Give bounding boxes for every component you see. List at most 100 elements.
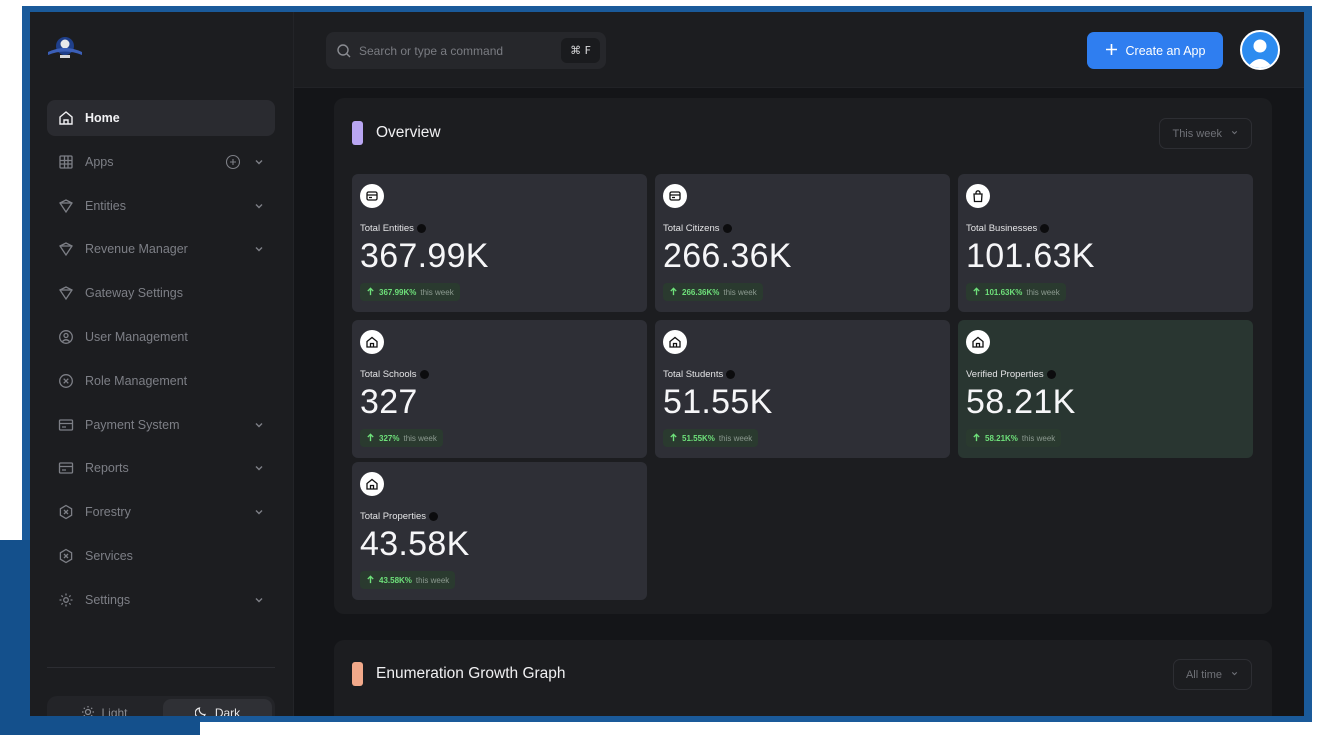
- info-icon[interactable]: [419, 370, 429, 379]
- stat-label: Total Schools: [360, 369, 429, 380]
- stat-label: Total Citizens: [663, 223, 732, 234]
- stat-label-text: Total Schools: [360, 369, 417, 380]
- stat-delta-suffix: this week: [1026, 287, 1060, 297]
- stat-delta-suffix: this week: [420, 287, 454, 297]
- info-icon[interactable]: [726, 370, 736, 379]
- sidebar-item-services[interactable]: Services: [47, 538, 275, 574]
- add-app-icon[interactable]: [225, 154, 241, 170]
- avatar[interactable]: [1240, 30, 1280, 70]
- shield-icon: [57, 284, 75, 302]
- arrow-up-icon: [669, 432, 678, 444]
- sidebar-item-label: Role Management: [85, 373, 188, 388]
- stat-card-total-schools[interactable]: Total Schools 327 327% this week: [352, 320, 647, 458]
- search-icon: [336, 43, 352, 59]
- sidebar-item-home[interactable]: Home: [47, 100, 275, 136]
- sidebar-item-label: Home: [85, 111, 120, 125]
- stat-delta-badge: 101.63K% this week: [966, 283, 1066, 301]
- stat-delta-suffix: this week: [403, 433, 437, 443]
- shopping-bag-icon: [966, 184, 990, 208]
- sidebar-item-label: Gateway Settings: [85, 286, 183, 301]
- stat-delta-suffix: this week: [718, 433, 753, 443]
- chevron-down-icon[interactable]: [253, 243, 265, 255]
- logo[interactable]: [44, 30, 86, 62]
- stat-delta: 101.63K%: [985, 287, 1023, 297]
- sidebar-item-revenue-manager[interactable]: Revenue Manager: [47, 231, 275, 267]
- overview-period-select[interactable]: This week: [1159, 118, 1252, 149]
- chevron-down-icon[interactable]: [253, 419, 265, 431]
- sidebar-item-role-management[interactable]: Role Management: [47, 363, 275, 399]
- info-icon[interactable]: [1040, 224, 1050, 233]
- stat-delta: 327%: [379, 433, 400, 443]
- stat-card-total-students[interactable]: Total Students 51.55K 51.55K% this week: [655, 320, 950, 458]
- stat-card-verified-properties[interactable]: Verified Properties 58.21K 58.21K% this …: [958, 320, 1253, 458]
- stat-delta-suffix: this week: [723, 287, 757, 297]
- sidebar-item-reports[interactable]: Reports: [47, 450, 275, 486]
- sidebar-item-label: Forestry: [85, 505, 131, 520]
- chevron-down-icon[interactable]: [253, 200, 265, 212]
- overview-header: Overview: [352, 121, 441, 145]
- stat-delta: 51.55K%: [682, 433, 715, 443]
- card-icon: [663, 184, 687, 208]
- home-icon: [966, 330, 990, 354]
- stat-card-total-businesses[interactable]: Total Businesses 101.63K 101.63K% this w…: [958, 174, 1253, 312]
- stat-card-total-citizens[interactable]: Total Citizens 266.36K 266.36K% this wee…: [655, 174, 950, 312]
- stat-card-total-properties[interactable]: Total Properties 43.58K 43.58K% this wee…: [352, 462, 647, 600]
- sidebar-item-user-management[interactable]: User Management: [47, 319, 275, 355]
- main-content: Overview This week Total Entities 367.99…: [294, 88, 1304, 716]
- info-icon[interactable]: [722, 224, 732, 233]
- sidebar-item-label: Entities: [85, 198, 126, 213]
- theme-dark-label: Dark: [214, 706, 241, 716]
- growth-period-select[interactable]: All time: [1172, 659, 1252, 690]
- stat-label-text: Total Entities: [360, 223, 414, 234]
- sidebar-item-entities[interactable]: Entities: [47, 188, 275, 224]
- arrow-up-icon: [669, 286, 678, 298]
- home-icon: [57, 109, 75, 127]
- stat-value: 51.55K: [663, 383, 773, 421]
- stat-label: Total Businesses: [966, 223, 1050, 234]
- moon-icon: [194, 705, 209, 716]
- stat-delta-badge: 266.36K% this week: [663, 283, 763, 301]
- overview-panel: Overview This week Total Entities 367.99…: [334, 98, 1272, 614]
- stat-value: 367.99K: [360, 237, 489, 275]
- sidebar-item-payment-system[interactable]: Payment System: [47, 407, 275, 443]
- sidebar-item-gateway-settings[interactable]: Gateway Settings: [47, 275, 275, 311]
- sidebar-item-apps[interactable]: Apps: [47, 144, 275, 180]
- info-icon[interactable]: [1046, 370, 1056, 379]
- sidebar-nav: Home Apps Entities Revenue Manager Gatew…: [47, 100, 275, 626]
- search-input[interactable]: Search or type a command ⌘ F: [326, 32, 606, 69]
- stat-delta-suffix: this week: [415, 575, 450, 585]
- chevron-down-icon[interactable]: [253, 462, 265, 474]
- chevron-down-icon[interactable]: [253, 156, 265, 168]
- info-icon[interactable]: [429, 512, 439, 521]
- sidebar: Home Apps Entities Revenue Manager Gatew…: [30, 12, 294, 716]
- stat-value: 327: [360, 383, 418, 421]
- sidebar-item-label: Payment System: [85, 417, 180, 432]
- gear-x-icon: [57, 547, 75, 565]
- stat-delta-suffix: this week: [1021, 433, 1056, 443]
- theme-toggle: Light Dark: [47, 696, 275, 716]
- stat-value: 101.63K: [966, 237, 1095, 275]
- home-icon: [360, 472, 384, 496]
- sidebar-item-forestry[interactable]: Forestry: [47, 494, 275, 530]
- stat-label: Total Properties: [360, 511, 439, 522]
- info-icon[interactable]: [416, 224, 426, 233]
- stat-delta-badge: 367.99K% this week: [360, 283, 460, 301]
- stat-label-text: Verified Properties: [966, 369, 1044, 380]
- create-app-button[interactable]: Create an App: [1087, 32, 1223, 69]
- stat-value: 43.58K: [360, 525, 470, 563]
- overview-accent: [352, 121, 363, 145]
- arrow-up-icon: [366, 574, 375, 586]
- theme-dark-option[interactable]: Dark: [163, 699, 272, 716]
- shield-icon: [57, 240, 75, 258]
- sidebar-item-label: Revenue Manager: [85, 242, 188, 257]
- chevron-down-icon[interactable]: [253, 506, 265, 518]
- sidebar-item-settings[interactable]: Settings: [47, 582, 275, 618]
- stat-label-text: Total Citizens: [663, 223, 720, 234]
- chevron-down-icon[interactable]: [253, 594, 265, 606]
- sidebar-item-label: Reports: [85, 461, 129, 476]
- stat-delta-badge: 43.58K% this week: [360, 571, 456, 589]
- theme-light-option[interactable]: Light: [50, 699, 159, 716]
- sun-icon: [81, 705, 95, 716]
- stat-card-total-entities[interactable]: Total Entities 367.99K 367.99K% this wee…: [352, 174, 647, 312]
- growth-panel: Enumeration Growth Graph All time: [334, 640, 1272, 716]
